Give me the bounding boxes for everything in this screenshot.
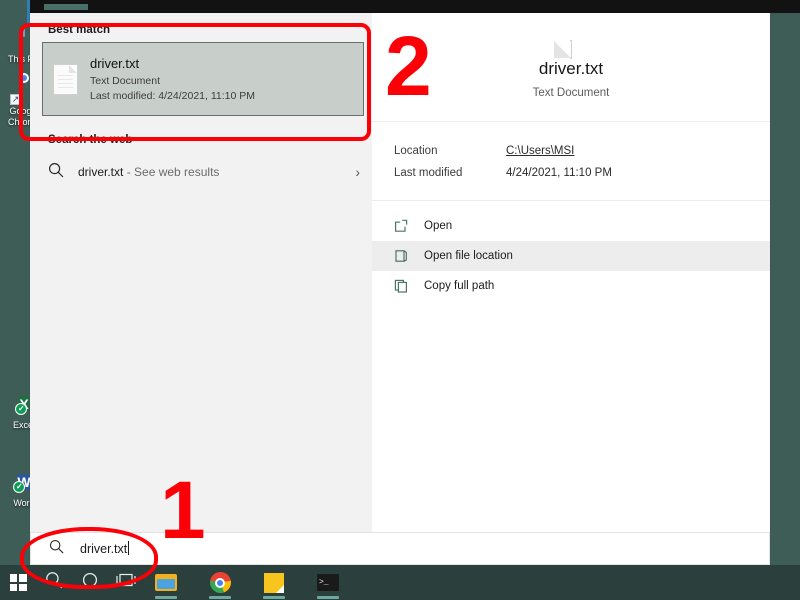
windows-logo-icon	[9, 574, 27, 591]
sticky-note-icon	[264, 572, 284, 593]
onedrive-sync-badge-icon: ✓	[15, 403, 28, 415]
taskbar-terminal[interactable]: >_	[310, 565, 346, 600]
preview-actions: Open Open file location Copy full path	[372, 201, 770, 301]
file-preview-pane: driver.txt Text Document Location C:\Use…	[372, 13, 770, 532]
taskbar-search-box[interactable]: driver.txt	[30, 532, 770, 565]
taskbar-google-chrome[interactable]	[202, 565, 238, 600]
folder-icon	[155, 574, 177, 591]
action-open[interactable]: Open	[372, 211, 770, 241]
folder-open-icon	[392, 249, 410, 263]
onedrive-sync-badge-icon: ✓	[13, 481, 26, 493]
search-icon	[49, 539, 64, 559]
best-match-heading: Best match	[48, 24, 110, 36]
web-search-label: driver.txt - See web results	[78, 165, 355, 179]
action-label: Copy full path	[424, 280, 495, 292]
chrome-icon	[209, 572, 231, 593]
terminal-icon: >_	[317, 574, 339, 591]
taskbar-file-explorer[interactable]	[148, 565, 184, 600]
web-search-query: driver.txt	[78, 165, 124, 179]
best-match-title: driver.txt	[90, 56, 140, 71]
action-label: Open	[424, 220, 453, 232]
preview-file-name: driver.txt	[538, 59, 604, 78]
best-match-type: Text Document	[90, 75, 161, 87]
best-match-result-text: driver.txt Text Document Last modified: …	[90, 56, 255, 102]
taskbar: >_	[0, 565, 800, 600]
preview-details: Location C:\Users\MSI Last modified 4/24…	[372, 122, 770, 201]
action-open-file-location[interactable]: Open file location	[372, 241, 770, 271]
cortana-button[interactable]	[72, 565, 108, 600]
text-document-icon	[554, 40, 572, 59]
taskbar-sticky-notes[interactable]	[256, 565, 292, 600]
top-black-bar	[30, 0, 800, 13]
search-results-column: Best match driver.txt Text Document Last…	[30, 13, 372, 532]
detail-value: 4/24/2021, 11:10 PM	[506, 167, 612, 179]
search-icon	[48, 162, 64, 183]
start-button[interactable]	[0, 565, 36, 600]
top-bar-chip	[44, 4, 88, 10]
action-copy-full-path[interactable]: Copy full path	[372, 271, 770, 301]
search-input[interactable]: driver.txt	[80, 541, 130, 556]
detail-label: Location	[394, 145, 438, 157]
copy-icon	[392, 279, 410, 293]
web-search-item[interactable]: driver.txt - See web results ›	[30, 152, 372, 192]
task-view-button[interactable]	[108, 565, 144, 600]
action-label: Open file location	[424, 250, 513, 262]
text-caret	[128, 541, 130, 555]
search-input-value: driver.txt	[80, 542, 128, 556]
detail-label: Last modified	[394, 167, 463, 179]
screen: This PC ↗ Google Chrome X ✓ Excel W ✓	[0, 0, 800, 600]
preview-file-type: Text Document	[532, 87, 610, 99]
detail-row-location: Location C:\Users\MSI	[372, 140, 770, 162]
taskbar-search-button[interactable]	[36, 565, 72, 600]
preview-header: driver.txt Text Document	[372, 13, 770, 122]
search-icon	[45, 571, 63, 594]
search-the-web-heading: Search the web	[48, 134, 133, 146]
shortcut-arrow-icon: ↗	[10, 94, 21, 105]
chevron-right-icon[interactable]: ›	[355, 164, 360, 180]
best-match-result[interactable]: driver.txt Text Document Last modified: …	[42, 42, 364, 116]
file-location-link[interactable]: C:\Users\MSI	[506, 145, 574, 157]
web-search-suffix: - See web results	[123, 165, 220, 179]
text-document-icon	[53, 63, 78, 95]
best-match-modified: Last modified: 4/24/2021, 11:10 PM	[90, 90, 255, 102]
detail-row-last-modified: Last modified 4/24/2021, 11:10 PM	[372, 162, 770, 184]
open-external-icon	[392, 219, 410, 233]
search-flyout: Best match driver.txt Text Document Last…	[30, 13, 770, 532]
task-view-icon	[116, 571, 136, 594]
cortana-circle-icon	[81, 571, 99, 594]
